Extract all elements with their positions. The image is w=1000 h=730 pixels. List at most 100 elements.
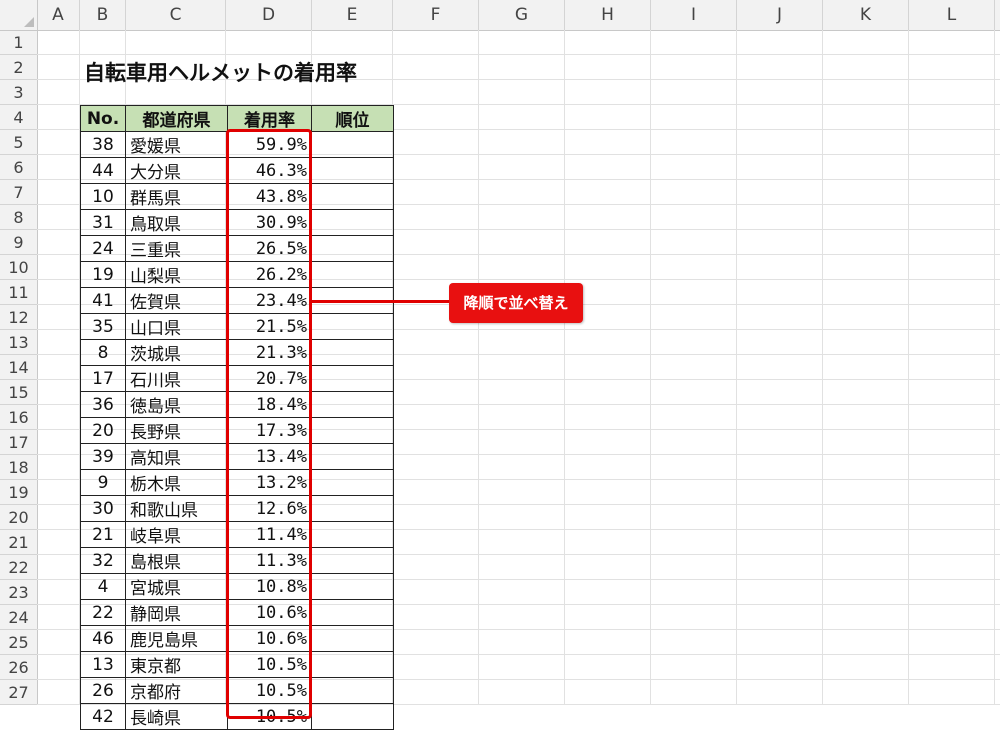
cell-prefecture[interactable]: 和歌山県 [125, 495, 228, 522]
cell-prefecture[interactable]: 岐阜県 [125, 521, 228, 548]
cell-rank[interactable] [311, 183, 394, 210]
row-header-6[interactable]: 6 [0, 155, 37, 180]
row-header-1[interactable]: 1 [0, 30, 37, 55]
cell-prefecture[interactable]: 島根県 [125, 547, 228, 574]
row-header-25[interactable]: 25 [0, 630, 37, 655]
cell-rank[interactable] [311, 651, 394, 678]
cell-no[interactable]: 19 [80, 261, 126, 288]
select-all-corner[interactable] [0, 0, 38, 31]
header-rate[interactable]: 着用率 [227, 105, 312, 132]
cell-rank[interactable] [311, 677, 394, 704]
cell-rate[interactable]: 12.6% [227, 495, 312, 522]
cell-no[interactable]: 21 [80, 521, 126, 548]
row-header-18[interactable]: 18 [0, 455, 37, 480]
column-header-g[interactable]: G [479, 0, 565, 30]
cell-prefecture[interactable]: 茨城県 [125, 339, 228, 366]
column-header-c[interactable]: C [126, 0, 226, 30]
column-header-a[interactable]: A [37, 0, 80, 30]
cell-rate[interactable]: 18.4% [227, 391, 312, 418]
cell-rate[interactable]: 30.9% [227, 209, 312, 236]
cell-rank[interactable] [311, 131, 394, 158]
cell-rank[interactable] [311, 521, 394, 548]
row-header-15[interactable]: 15 [0, 380, 37, 405]
cell-prefecture[interactable]: 鹿児島県 [125, 625, 228, 652]
cell-rate[interactable]: 13.4% [227, 443, 312, 470]
row-header-11[interactable]: 11 [0, 280, 37, 305]
cell-no[interactable]: 39 [80, 443, 126, 470]
cell-rank[interactable] [311, 391, 394, 418]
cell-rate[interactable]: 11.4% [227, 521, 312, 548]
cell-rank[interactable] [311, 417, 394, 444]
row-header-2[interactable]: 2 [0, 55, 37, 80]
cell-prefecture[interactable]: 山口県 [125, 313, 228, 340]
row-header-27[interactable]: 27 [0, 680, 37, 705]
cell-prefecture[interactable]: 群馬県 [125, 183, 228, 210]
row-header-21[interactable]: 21 [0, 530, 37, 555]
row-header-8[interactable]: 8 [0, 205, 37, 230]
cell-rank[interactable] [311, 625, 394, 652]
cell-no[interactable]: 9 [80, 469, 126, 496]
cell-no[interactable]: 10 [80, 183, 126, 210]
cell-rate[interactable]: 21.3% [227, 339, 312, 366]
cell-prefecture[interactable]: 山梨県 [125, 261, 228, 288]
cell-rank[interactable] [311, 599, 394, 626]
cell-prefecture[interactable]: 高知県 [125, 443, 228, 470]
cell-rank[interactable] [311, 469, 394, 496]
cell-rank[interactable] [311, 703, 394, 730]
row-header-23[interactable]: 23 [0, 580, 37, 605]
cell-rate[interactable]: 43.8% [227, 183, 312, 210]
cell-rate[interactable]: 26.5% [227, 235, 312, 262]
row-header-19[interactable]: 19 [0, 480, 37, 505]
column-header-l[interactable]: L [909, 0, 995, 30]
row-header-12[interactable]: 12 [0, 305, 37, 330]
cell-rate[interactable]: 10.8% [227, 573, 312, 600]
row-header-13[interactable]: 13 [0, 330, 37, 355]
cell-rate[interactable]: 23.4% [227, 287, 312, 314]
row-header-5[interactable]: 5 [0, 130, 37, 155]
row-header-9[interactable]: 9 [0, 230, 37, 255]
cell-no[interactable]: 42 [80, 703, 126, 730]
cell-prefecture[interactable]: 佐賀県 [125, 287, 228, 314]
cell-rank[interactable] [311, 495, 394, 522]
cell-prefecture[interactable]: 長野県 [125, 417, 228, 444]
column-header-d[interactable]: D [226, 0, 312, 30]
cell-prefecture[interactable]: 鳥取県 [125, 209, 228, 236]
column-header-b[interactable]: B [80, 0, 126, 30]
cell-no[interactable]: 20 [80, 417, 126, 444]
cell-rank[interactable] [311, 365, 394, 392]
cell-rank[interactable] [311, 573, 394, 600]
cell-no[interactable]: 24 [80, 235, 126, 262]
row-header-10[interactable]: 10 [0, 255, 37, 280]
cell-rate[interactable]: 17.3% [227, 417, 312, 444]
cell-no[interactable]: 17 [80, 365, 126, 392]
cell-prefecture[interactable]: 石川県 [125, 365, 228, 392]
cell-rate[interactable]: 46.3% [227, 157, 312, 184]
row-header-7[interactable]: 7 [0, 180, 37, 205]
cell-no[interactable]: 46 [80, 625, 126, 652]
header-no[interactable]: No. [80, 105, 126, 132]
cell-rate[interactable]: 10.5% [227, 677, 312, 704]
row-header-20[interactable]: 20 [0, 505, 37, 530]
row-header-14[interactable]: 14 [0, 355, 37, 380]
cell-prefecture[interactable]: 宮城県 [125, 573, 228, 600]
cell-no[interactable]: 38 [80, 131, 126, 158]
cell-prefecture[interactable]: 愛媛県 [125, 131, 228, 158]
column-header-h[interactable]: H [565, 0, 651, 30]
cell-prefecture[interactable]: 静岡県 [125, 599, 228, 626]
cell-rate[interactable]: 13.2% [227, 469, 312, 496]
cell-prefecture[interactable]: 大分県 [125, 157, 228, 184]
row-header-3[interactable]: 3 [0, 80, 37, 105]
cell-no[interactable]: 44 [80, 157, 126, 184]
row-header-26[interactable]: 26 [0, 655, 37, 680]
cell-no[interactable]: 32 [80, 547, 126, 574]
row-header-22[interactable]: 22 [0, 555, 37, 580]
cell-prefecture[interactable]: 長崎県 [125, 703, 228, 730]
column-header-k[interactable]: K [823, 0, 909, 30]
cell-prefecture[interactable]: 三重県 [125, 235, 228, 262]
cell-no[interactable]: 4 [80, 573, 126, 600]
cell-no[interactable]: 22 [80, 599, 126, 626]
header-prefecture[interactable]: 都道府県 [125, 105, 228, 132]
cell-prefecture[interactable]: 栃木県 [125, 469, 228, 496]
cell-rate[interactable]: 10.6% [227, 625, 312, 652]
cell-no[interactable]: 8 [80, 339, 126, 366]
